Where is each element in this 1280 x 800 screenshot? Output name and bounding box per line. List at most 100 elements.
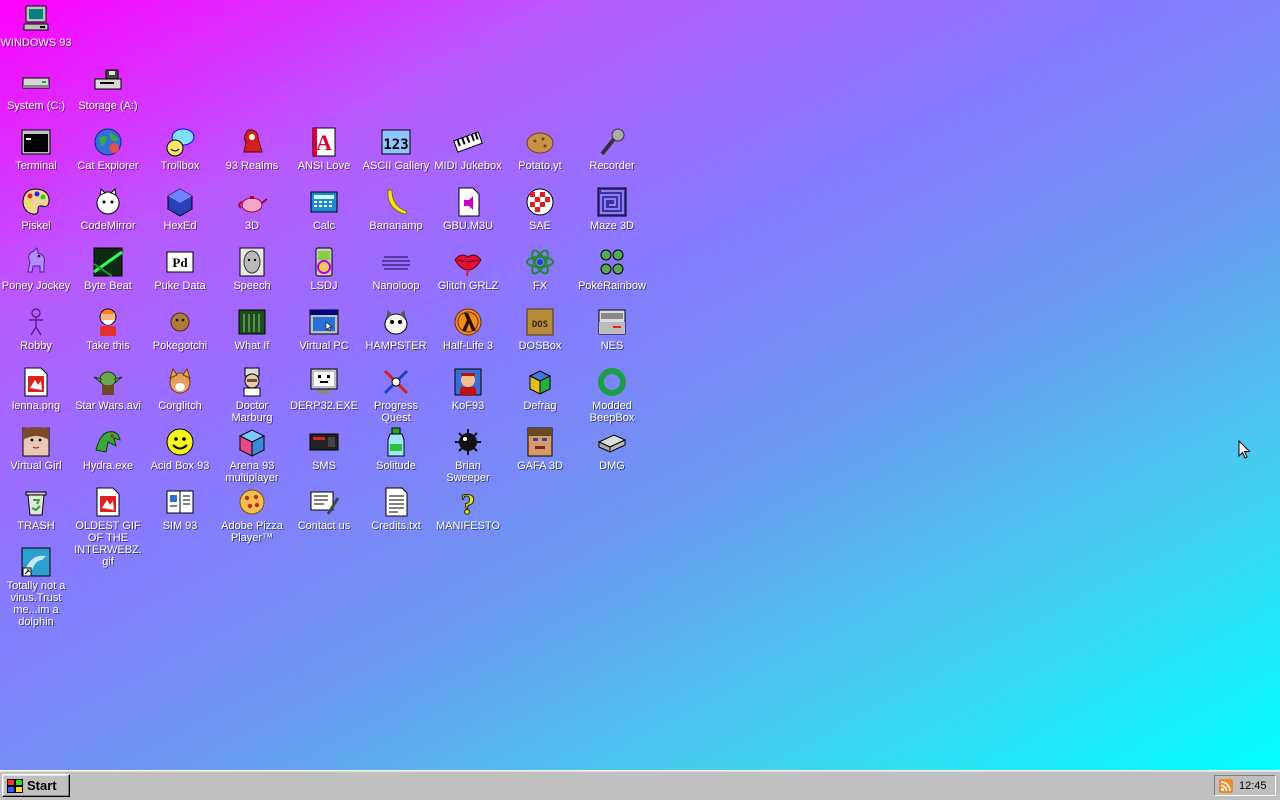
system-tray: 12:45 (1214, 775, 1276, 796)
desktop-icon-glitch-grlz[interactable]: Glitch GRLZ (432, 246, 504, 292)
desktop-icon-calc[interactable]: Calc (288, 186, 360, 232)
desktop-icon-sae[interactable]: SAE (504, 186, 576, 232)
start-button[interactable]: Start (2, 774, 70, 797)
desktop-icon-label: Virtual PC (299, 340, 349, 352)
desktop-icon-adobe-pizza[interactable]: Adobe Pizza Player™ (216, 486, 288, 544)
desktop-icon-label: Half-Life 3 (442, 340, 494, 352)
desktop-icon-3d[interactable]: 3D (216, 186, 288, 232)
desktop-icon-storage-a[interactable]: Storage (A:) (72, 66, 144, 112)
numbers-icon: 123 (380, 126, 412, 158)
desktop-icon-hydra[interactable]: Hydra.exe (72, 426, 144, 472)
desktop-icon-corglitch[interactable]: Corglitch (144, 366, 216, 412)
desktop-icon-fx[interactable]: FX (504, 246, 576, 292)
desktop-icon-kof93[interactable]: KoF93 (432, 366, 504, 412)
desktop-icon-lsdj[interactable]: LSDJ (288, 246, 360, 292)
desktop-icon-93-realms[interactable]: 93 Realms (216, 126, 288, 172)
calculator-icon (308, 186, 340, 218)
desktop-icon-terminal[interactable]: Terminal (0, 126, 72, 172)
gameboy-icon (308, 246, 340, 278)
desktop-icon-label: System (C:) (6, 100, 66, 112)
desktop-icon-ascii-gallery[interactable]: 123 ASCII Gallery (360, 126, 432, 172)
desktop-icon-defrag[interactable]: Defrag (504, 366, 576, 412)
desktop-icon-gbu-m3u[interactable]: GBU.M3U (432, 186, 504, 232)
desktop-icon-acid-box[interactable]: Acid Box 93 (144, 426, 216, 472)
desktop-icon-pokerainbow[interactable]: PokéRainbow (576, 246, 648, 292)
desktop-icon-oldest-gif[interactable]: OLDEST GIF OF THE INTERWEBZ.gif (72, 486, 144, 568)
clock[interactable]: 12:45 (1239, 780, 1267, 792)
desktop-icon-contact-us[interactable]: Contact us (288, 486, 360, 532)
desktop-icon-progress-quest[interactable]: Progress Quest (360, 366, 432, 424)
desktop-icon-label: DMG (599, 460, 625, 472)
desktop-icon-pokegotchi[interactable]: Pokegotchi (144, 306, 216, 352)
mine-icon (452, 426, 484, 458)
potato-icon (524, 126, 556, 158)
desktop-icon-midi-jukebox[interactable]: MIDI Jukebox (432, 126, 504, 172)
desktop-icon-lenna[interactable]: lenna.png (0, 366, 72, 412)
desktop-icon-dosbox[interactable]: DOS DOSBox (504, 306, 576, 352)
svg-text:123: 123 (383, 137, 408, 153)
question-icon: ? (452, 486, 484, 519)
desktop-icon-virtual-pc[interactable]: Virtual PC (288, 306, 360, 352)
desktop-icon-trash[interactable]: TRASH (0, 486, 72, 532)
desktop-icon-brian-sweeper[interactable]: Brian Sweeper (432, 426, 504, 484)
desktop-icon-label: Corglitch (158, 400, 202, 412)
desktop-icon-sms[interactable]: SMS (288, 426, 360, 472)
desktop-icon-nanoloop[interactable]: Nanoloop (360, 246, 432, 292)
desktop-icon-potato-yt[interactable]: Potato.yt (504, 126, 576, 172)
desktop-icon-bananamp[interactable]: Bananamp (360, 186, 432, 232)
desktop-icon-codemirror[interactable]: CodeMirror (72, 186, 144, 232)
desktop-icon-what-if[interactable]: What If (216, 306, 288, 352)
smiley-icon (164, 426, 196, 458)
desktop-icon-trollbox[interactable]: Trollbox (144, 126, 216, 172)
desktop-icon-puke-data[interactable]: Pd Puke Data (144, 246, 216, 292)
desktop-icon-label: Pokegotchi (152, 340, 208, 352)
desktop-icon-sim93[interactable]: SIM 93 (144, 486, 216, 532)
desktop-icon-recorder[interactable]: Recorder (576, 126, 648, 172)
desktop-icon-label: Bananamp (369, 220, 423, 232)
letter-icon (308, 486, 340, 518)
desktop-icon-poney-jockey[interactable]: Poney Jockey (0, 246, 72, 292)
desktop-icon-credits[interactable]: Credits.txt (360, 486, 432, 532)
desktop-icon-robby[interactable]: Robby (0, 306, 72, 352)
desktop-icon-ansi-love[interactable]: A ANSI Love (288, 126, 360, 172)
lines-icon (380, 246, 412, 278)
desktop-icon-windows93[interactable]: WINDOWS 93 (0, 3, 72, 49)
desktop-icon-label: HAMPSTER (365, 340, 427, 352)
desktop-icon-label: PokéRainbow (578, 280, 646, 292)
rss-icon[interactable] (1219, 778, 1233, 793)
desktop-icon-label: Glitch GRLZ (437, 280, 499, 292)
desktop-icon-half-life-3[interactable]: Half-Life 3 (432, 306, 504, 352)
desktop-icon-label: CodeMirror (80, 220, 136, 232)
desktop-icon-solitude[interactable]: Solitude (360, 426, 432, 472)
pet-icon (164, 306, 196, 338)
text-file-icon (380, 486, 412, 518)
desktop-icon-arena-93[interactable]: Arena 93 multiplayer (216, 426, 288, 484)
checkered-ball-icon (524, 186, 556, 218)
desktop-icon-star-wars[interactable]: Star Wars.avi (72, 366, 144, 412)
desktop-icon-virtual-girl[interactable]: Virtual Girl (0, 426, 72, 472)
desktop-icon-cat-explorer[interactable]: Cat Explorer (72, 126, 144, 172)
desktop-icon-maze-3d[interactable]: Maze 3D (576, 186, 648, 232)
desktop-icon-derp32[interactable]: DERP32.EXE (288, 366, 360, 412)
hamster-icon (380, 306, 412, 338)
desktop-icon-speech[interactable]: Speech (216, 246, 288, 292)
desktop-icon-hampster[interactable]: HAMPSTER (360, 306, 432, 352)
desktop-icon-label: HexEd (163, 220, 197, 232)
desktop-icon-byte-beat[interactable]: Byte Beat (72, 246, 144, 292)
desktop-icon-gafa-3d[interactable]: GAFA 3D (504, 426, 576, 472)
desktop-icon-piskel[interactable]: Piskel (0, 186, 72, 232)
desktop-icon-label: Potato.yt (518, 160, 562, 172)
desktop-icon-manifesto[interactable]: ? MANIFESTO (432, 486, 504, 533)
desktop-icon-doctor-marburg[interactable]: Doctor Marburg (216, 366, 288, 424)
desktop-icon-label: Modded BeepBox (589, 400, 635, 424)
doctor-icon (236, 366, 268, 398)
desktop-icon-take-this[interactable]: Take this (72, 306, 144, 352)
desktop-icon-label: MANIFESTO (436, 520, 500, 532)
desktop-icon-system-c[interactable]: System (C:) (0, 66, 72, 112)
desktop-icon-dolphin[interactable]: Totally not a virus.Trust me...im a dolp… (0, 546, 72, 628)
desktop-icon-dmg[interactable]: DMG (576, 426, 648, 472)
desktop-icon-modded-beepbox[interactable]: Modded BeepBox (576, 366, 648, 424)
desktop-icon-nes[interactable]: NES (576, 306, 648, 352)
desktop-icon-label: GAFA 3D (517, 460, 563, 472)
desktop-icon-hexed[interactable]: HexEd (144, 186, 216, 232)
